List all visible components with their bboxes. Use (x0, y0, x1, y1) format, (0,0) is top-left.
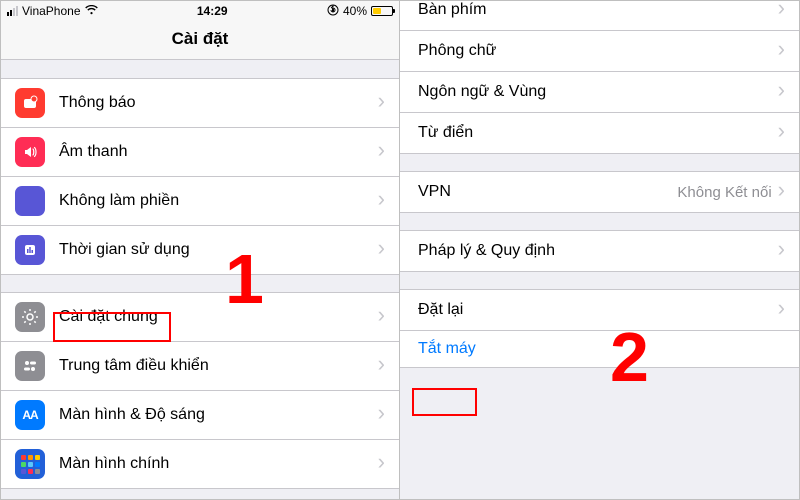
chevron-right-icon: › (778, 1, 785, 19)
chevron-right-icon: › (378, 188, 385, 210)
row-label: Thời gian sử dụng (59, 241, 378, 259)
highlight-2 (412, 388, 477, 416)
general-group-3: Pháp lý & Quy định › (400, 230, 799, 272)
general-group-2: VPN Không Kết nối › (400, 171, 799, 213)
chevron-right-icon: › (778, 297, 785, 319)
control-center-icon (15, 351, 45, 381)
row-label: Bàn phím (418, 1, 778, 19)
page-title: Cài đặt (1, 21, 399, 60)
row-label: Trung tâm điều khiển (59, 357, 378, 375)
chevron-right-icon: › (378, 304, 385, 326)
row-label: Không làm phiền (59, 192, 378, 210)
chevron-right-icon: › (778, 79, 785, 101)
sounds-icon (15, 137, 45, 167)
settings-group-2: Cài đặt chung › Trung tâm điều khiển › A… (1, 292, 399, 489)
row-keyboard[interactable]: Bàn phím › (400, 1, 799, 31)
row-label: Thông báo (59, 94, 378, 112)
row-fonts[interactable]: Phông chữ › (400, 30, 799, 72)
settings-group-1: Thông báo › Âm thanh › Không làm phiền › (1, 78, 399, 275)
chevron-right-icon: › (378, 451, 385, 473)
row-label: Màn hình & Độ sáng (59, 406, 378, 424)
chevron-right-icon: › (378, 139, 385, 161)
row-language-region[interactable]: Ngôn ngữ & Vùng › (400, 71, 799, 113)
carrier-label: VinaPhone (22, 4, 81, 18)
battery-icon (371, 6, 393, 16)
row-notifications[interactable]: Thông báo › (1, 78, 399, 128)
chevron-right-icon: › (378, 90, 385, 112)
row-label: Từ điển (418, 124, 778, 142)
battery-pct: 40% (343, 4, 367, 18)
row-label: Ngôn ngữ & Vùng (418, 83, 778, 101)
clock: 14:29 (98, 4, 327, 18)
row-sounds[interactable]: Âm thanh › (1, 127, 399, 177)
general-group-4: Đặt lại › Tắt máy › (400, 289, 799, 368)
row-general[interactable]: Cài đặt chung › (1, 292, 399, 342)
display-icon: AA (15, 400, 45, 430)
row-shutdown[interactable]: Tắt máy › (400, 330, 799, 368)
row-label: Tắt máy (418, 340, 785, 358)
row-label: Âm thanh (59, 143, 378, 161)
row-label: Đặt lại (418, 301, 778, 319)
row-dnd[interactable]: Không làm phiền › (1, 176, 399, 226)
row-vpn[interactable]: VPN Không Kết nối › (400, 171, 799, 213)
notifications-icon (15, 88, 45, 118)
signal-icon (7, 6, 18, 16)
general-icon (15, 302, 45, 332)
row-screentime[interactable]: Thời gian sử dụng › (1, 225, 399, 275)
chevron-right-icon: › (778, 238, 785, 260)
row-display[interactable]: AA Màn hình & Độ sáng › (1, 390, 399, 440)
row-label: Phông chữ (418, 42, 778, 60)
general-group-1: Bàn phím › Phông chữ › Ngôn ngữ & Vùng ›… (400, 1, 799, 154)
rotation-lock-icon (327, 4, 339, 19)
chevron-right-icon: › (778, 179, 785, 201)
row-legal[interactable]: Pháp lý & Quy định › (400, 230, 799, 272)
row-label: Cài đặt chung (59, 308, 378, 326)
status-bar: VinaPhone 14:29 40% (1, 1, 399, 21)
row-label: Màn hình chính (59, 455, 378, 473)
chevron-right-icon: › (778, 120, 785, 142)
chevron-right-icon: › (378, 402, 385, 424)
settings-root-pane: VinaPhone 14:29 40% Cài đặt (1, 1, 400, 499)
row-dictionary[interactable]: Từ điển › (400, 112, 799, 154)
chevron-right-icon: › (778, 38, 785, 60)
row-label: Pháp lý & Quy định (418, 242, 778, 260)
general-settings-pane: Bàn phím › Phông chữ › Ngôn ngữ & Vùng ›… (400, 1, 799, 499)
chevron-right-icon: › (378, 353, 385, 375)
row-control-center[interactable]: Trung tâm điều khiển › (1, 341, 399, 391)
row-home-screen[interactable]: Màn hình chính › (1, 439, 399, 489)
wifi-icon (85, 4, 98, 18)
home-screen-icon (15, 449, 45, 479)
row-detail: Không Kết nối (677, 184, 771, 201)
row-reset[interactable]: Đặt lại › (400, 289, 799, 331)
row-label: VPN (418, 183, 677, 201)
screentime-icon (15, 235, 45, 265)
dnd-icon (15, 186, 45, 216)
chevron-right-icon: › (378, 237, 385, 259)
